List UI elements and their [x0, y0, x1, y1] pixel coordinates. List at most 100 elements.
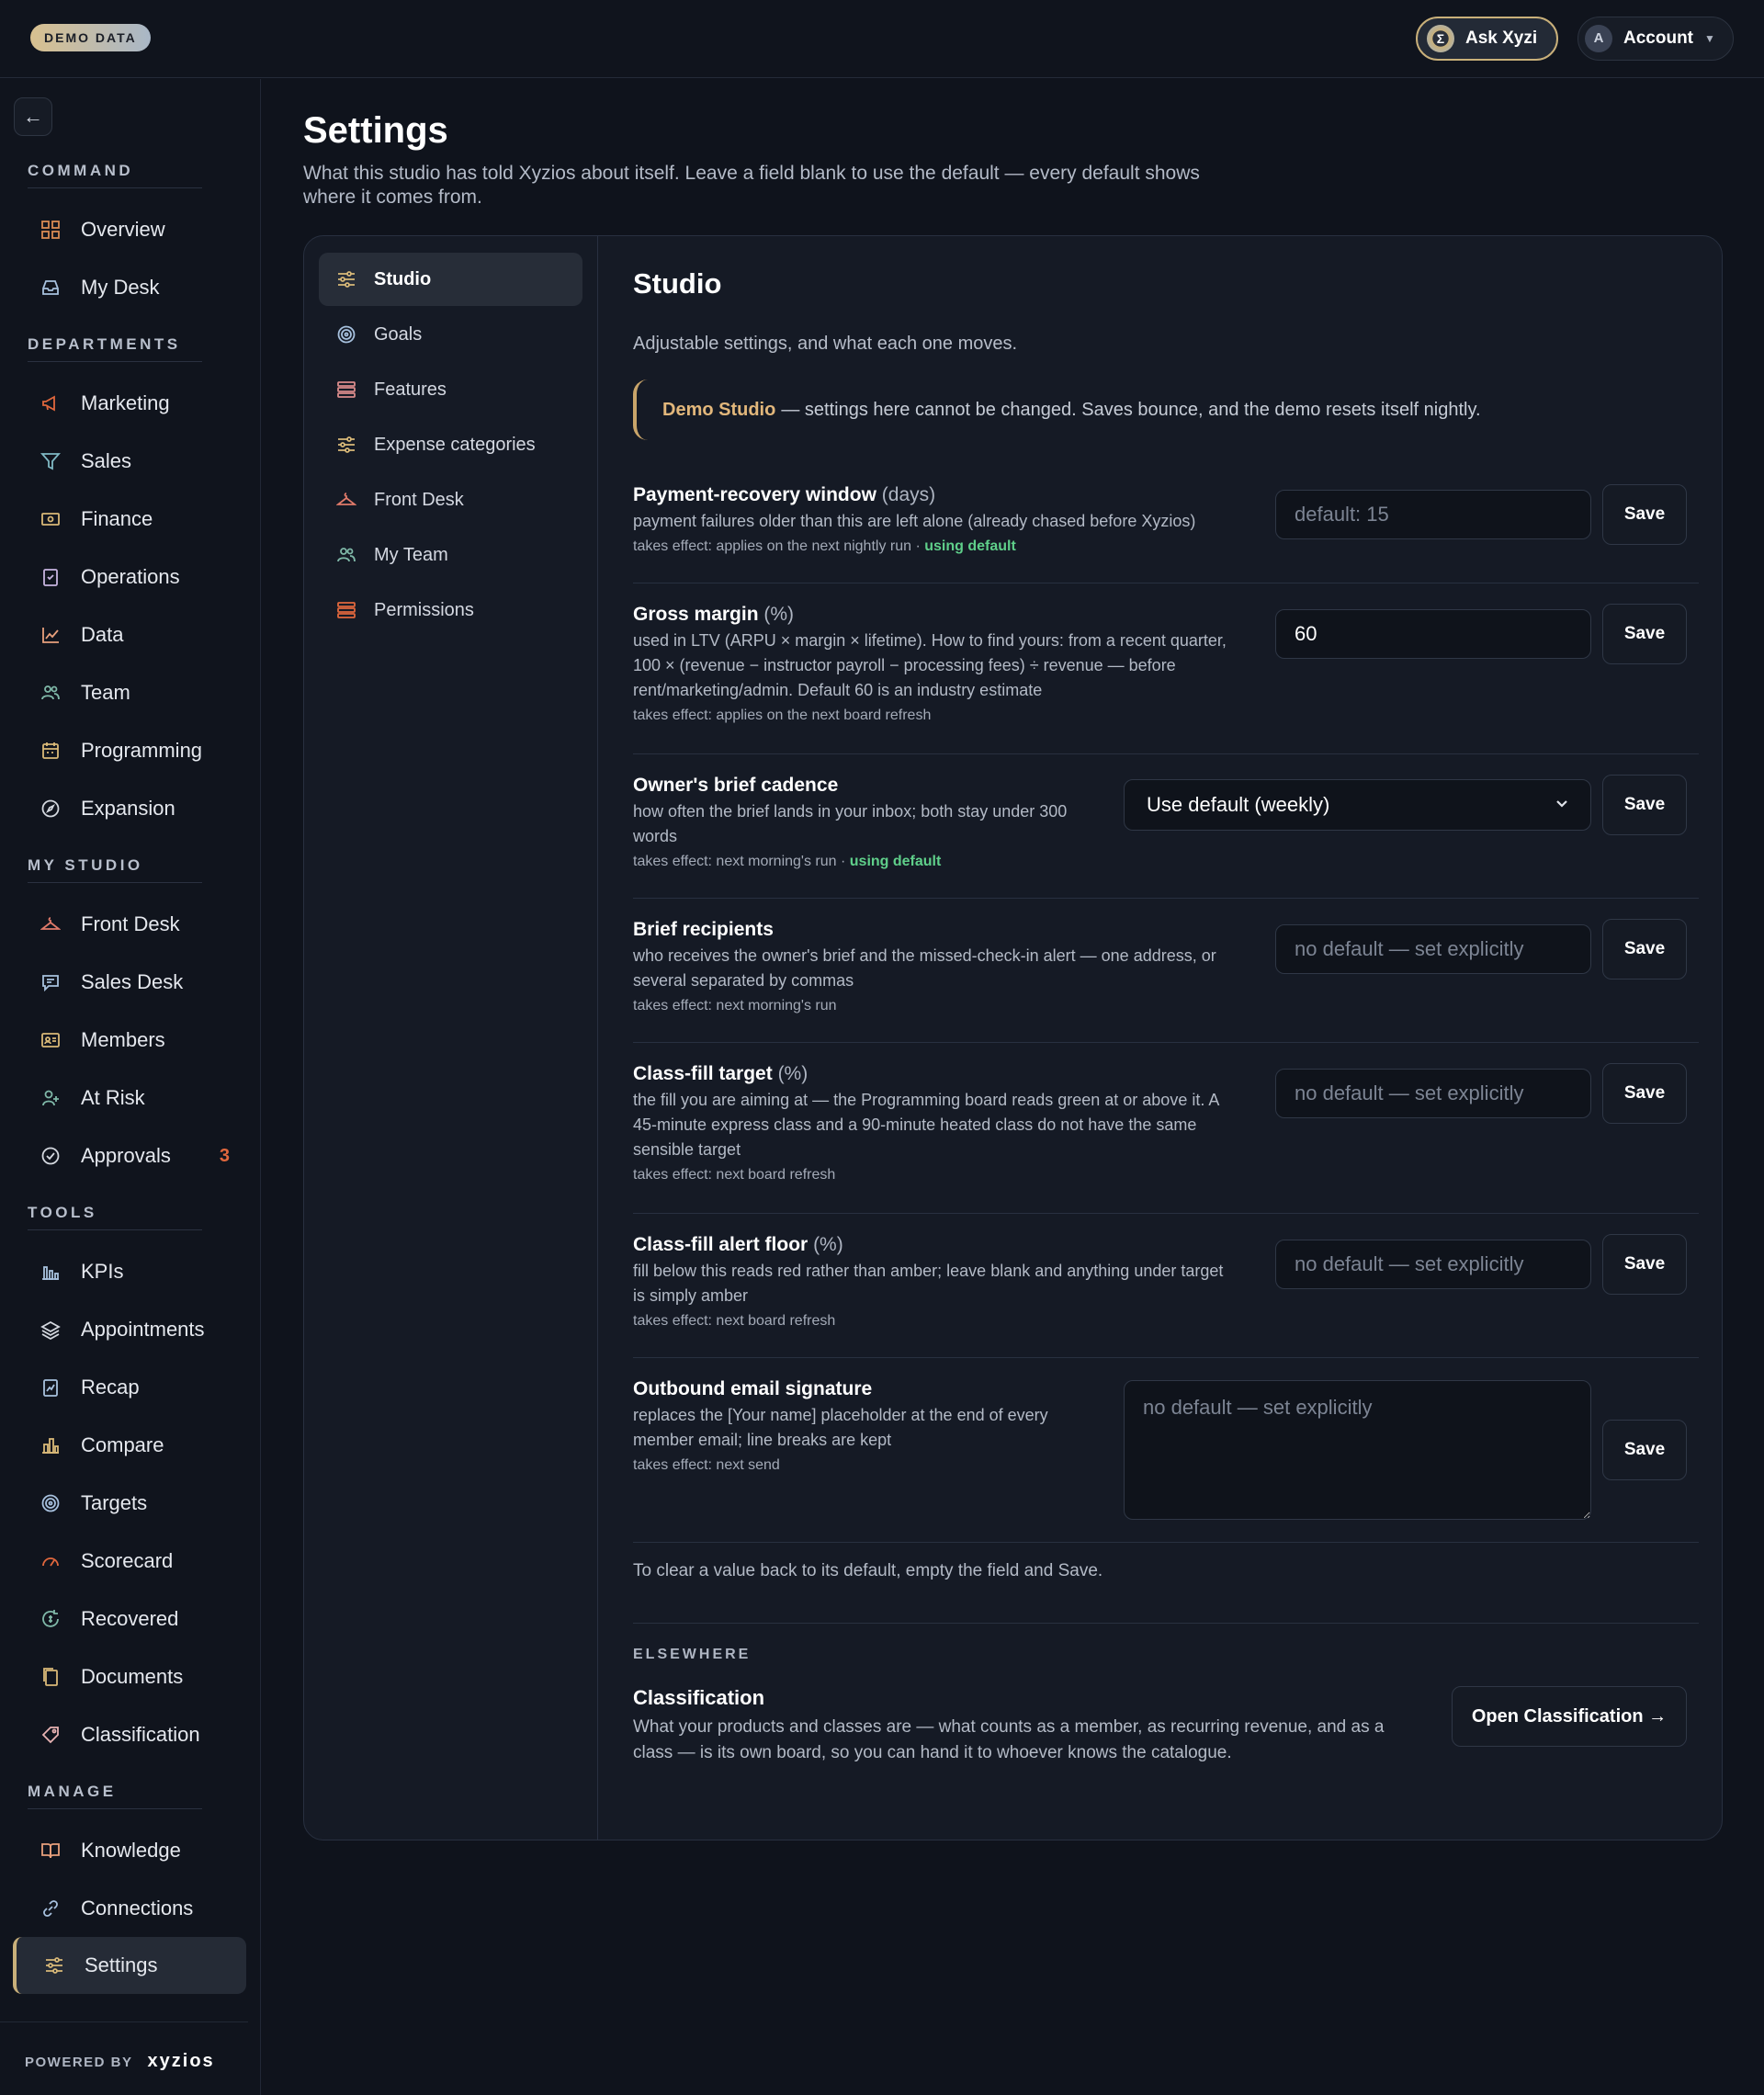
powered-by: POWERED BY xyzios	[25, 2051, 215, 2072]
payment-recovery-window-input[interactable]	[1275, 490, 1591, 539]
ask-xyzi-button[interactable]: Σ Ask Xyzi	[1416, 17, 1558, 61]
grid-icon	[39, 218, 62, 242]
clear-value-note: To clear a value back to its default, em…	[633, 1561, 1103, 1580]
account-button[interactable]: A Account ▼	[1577, 17, 1734, 61]
sidebar-item-knowledge[interactable]: Knowledge	[28, 1825, 246, 1876]
subnav-item-expense-categories[interactable]: Expense categories	[319, 418, 582, 471]
save-button[interactable]: Save	[1602, 484, 1687, 545]
sidebar-item-label: Classification	[81, 1723, 200, 1746]
open-classification-button[interactable]: Open Classification →	[1452, 1686, 1687, 1747]
setting-unit: (days)	[881, 484, 936, 505]
documents-icon	[39, 1665, 62, 1689]
sidebar-item-label: Knowledge	[81, 1839, 181, 1862]
classification-description: What your products and classes are — wha…	[633, 1717, 1385, 1762]
brand-logo: xyzios	[147, 2051, 215, 2071]
sidebar-item-recovered[interactable]: Recovered	[28, 1593, 246, 1645]
collapse-sidebar-button[interactable]: ←	[14, 97, 52, 136]
sidebar-item-approvals[interactable]: Approvals 3	[28, 1130, 246, 1182]
sidebar-item-label: Data	[81, 623, 124, 646]
sidebar-item-label: Approvals	[81, 1144, 171, 1167]
sidebar-item-recap[interactable]: Recap	[28, 1362, 246, 1413]
sidebar-item-label: Sales Desk	[81, 970, 184, 993]
setting-effect: takes effect: next board refresh	[633, 1313, 836, 1329]
sidebar-item-label: Overview	[81, 218, 165, 241]
arrow-left-icon: ←	[23, 105, 43, 128]
subnav-item-label: Front Desk	[374, 489, 464, 510]
sidebar-item-documents[interactable]: Documents	[28, 1651, 246, 1703]
brief-recipients-input[interactable]	[1275, 924, 1591, 974]
class-fill-target-input[interactable]	[1275, 1069, 1591, 1118]
email-signature-textarea[interactable]	[1124, 1380, 1591, 1520]
sidebar-item-overview[interactable]: Overview	[28, 204, 246, 255]
sidebar-item-label: Finance	[81, 507, 153, 530]
sidebar-item-operations[interactable]: Operations	[28, 551, 246, 603]
subnav-item-front-desk[interactable]: Front Desk	[319, 473, 582, 527]
sidebar-item-programming[interactable]: Programming	[28, 725, 246, 776]
notice-highlight: Demo Studio	[662, 399, 776, 420]
sidebar-item-marketing[interactable]: Marketing	[28, 378, 246, 429]
sidebar-item-finance[interactable]: Finance	[28, 493, 246, 545]
elsewhere-label: ELSEWHERE	[633, 1647, 752, 1662]
save-button[interactable]: Save	[1602, 604, 1687, 664]
save-button[interactable]: Save	[1602, 775, 1687, 835]
sidebar-item-targets[interactable]: Targets	[28, 1478, 246, 1529]
section-divider	[28, 187, 202, 188]
save-button[interactable]: Save	[1602, 1234, 1687, 1295]
top-bar: DEMO DATA Σ Ask Xyzi A Account ▼	[0, 0, 1764, 78]
sidebar-item-sales[interactable]: Sales	[28, 436, 246, 487]
setting-unit: (%)	[763, 604, 795, 625]
caret-down-icon: ▼	[1704, 32, 1715, 45]
section-divider	[28, 882, 202, 883]
subnav-item-studio[interactable]: Studio	[319, 253, 582, 306]
subnav-item-label: Permissions	[374, 599, 474, 620]
subnav-item-permissions[interactable]: Permissions	[319, 583, 582, 637]
tag-icon	[39, 1723, 62, 1747]
sidebar: ← COMMAND Overview My Desk DEPARTMENTS M…	[0, 79, 261, 2095]
row-divider	[633, 898, 1699, 899]
notice-text: — settings here cannot be changed. Saves…	[781, 399, 1481, 420]
sidebar-item-at-risk[interactable]: At Risk	[28, 1072, 246, 1124]
setting-effect: takes effect: next board refresh	[633, 1167, 836, 1183]
save-button[interactable]: Save	[1602, 919, 1687, 980]
target-icon	[39, 1491, 62, 1515]
setting-description: replaces the [Your name] placeholder at …	[633, 1406, 1048, 1449]
save-button[interactable]: Save	[1602, 1420, 1687, 1480]
sidebar-item-label: Scorecard	[81, 1549, 174, 1572]
setting-name: Class-fill alert floor	[633, 1234, 808, 1255]
row-divider	[633, 1623, 1699, 1624]
sidebar-item-classification[interactable]: Classification	[28, 1709, 246, 1761]
class-fill-alert-floor-input[interactable]	[1275, 1240, 1591, 1289]
subnav-item-my-team[interactable]: My Team	[319, 528, 582, 582]
subnav-item-goals[interactable]: Goals	[319, 308, 582, 361]
sidebar-item-kpis[interactable]: KPIs	[28, 1246, 246, 1297]
sidebar-item-my-desk[interactable]: My Desk	[28, 262, 246, 313]
sidebar-item-members[interactable]: Members	[28, 1014, 246, 1066]
gross-margin-input[interactable]	[1275, 609, 1591, 659]
sidebar-item-sales-desk[interactable]: Sales Desk	[28, 957, 246, 1008]
sidebar-item-label: Team	[81, 681, 130, 704]
sidebar-item-expansion[interactable]: Expansion	[28, 783, 246, 834]
save-button[interactable]: Save	[1602, 1063, 1687, 1124]
brief-cadence-select[interactable]: Use default (weekly)	[1124, 779, 1591, 831]
inbox-icon	[39, 276, 62, 300]
sidebar-item-team[interactable]: Team	[28, 667, 246, 719]
xyzi-logo-icon: Σ	[1427, 25, 1454, 52]
sliders-icon	[335, 434, 357, 456]
user-plus-icon	[39, 1086, 62, 1110]
approvals-count-badge: 3	[219, 1145, 230, 1166]
sidebar-item-settings[interactable]: Settings	[13, 1937, 246, 1994]
hanger-icon	[39, 912, 62, 936]
demo-notice: Demo Studio — settings here cannot be ch…	[633, 379, 1699, 440]
sidebar-item-connections[interactable]: Connections	[28, 1883, 246, 1934]
sidebar-item-data[interactable]: Data	[28, 609, 246, 661]
select-value: Use default (weekly)	[1147, 793, 1330, 816]
subnav-item-features[interactable]: Features	[319, 363, 582, 416]
sidebar-item-label: Front Desk	[81, 912, 180, 935]
sidebar-item-front-desk[interactable]: Front Desk	[28, 899, 246, 950]
sidebar-item-compare[interactable]: Compare	[28, 1420, 246, 1471]
setting-description: used in LTV (ARPU × margin × lifetime). …	[633, 631, 1227, 699]
sidebar-item-appointments[interactable]: Appointments	[28, 1304, 246, 1355]
chat-icon	[39, 970, 62, 994]
setting-description: how often the brief lands in your inbox;…	[633, 802, 1068, 845]
sidebar-item-scorecard[interactable]: Scorecard	[28, 1535, 246, 1587]
